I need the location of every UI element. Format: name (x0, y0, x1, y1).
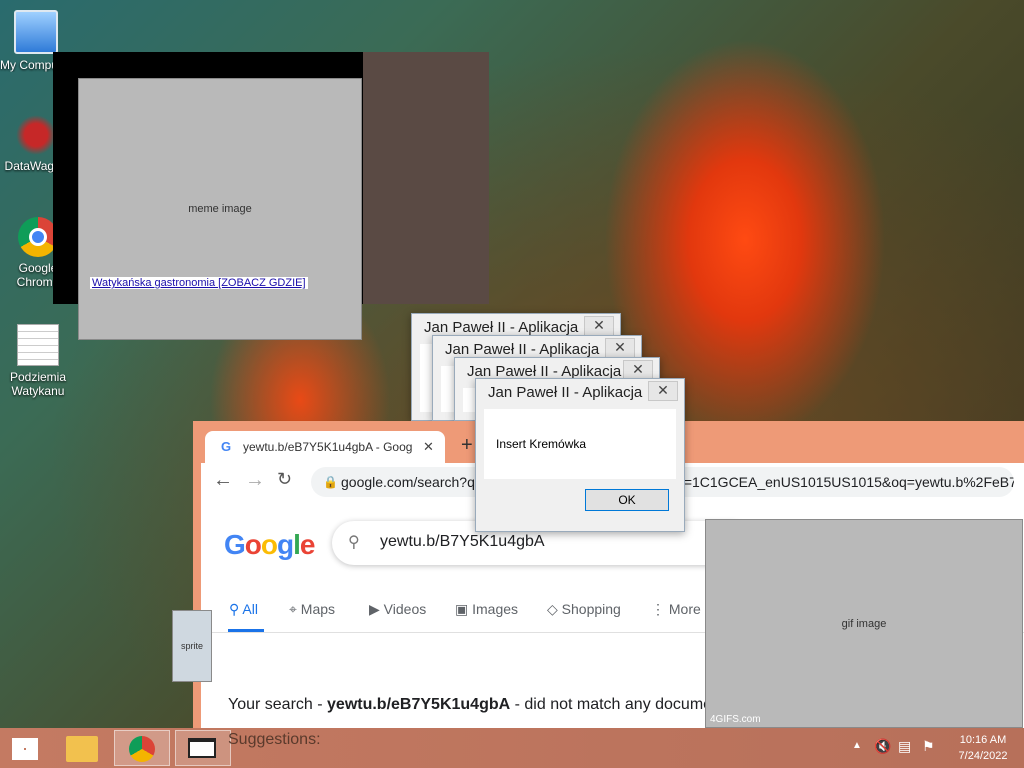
close-icon[interactable]: ✕ (605, 338, 635, 358)
meme-caption-link[interactable]: Watykańska gastronomia [ZOBACZ GDZIE] (90, 277, 308, 289)
taskbar-window[interactable] (175, 730, 231, 766)
action-center-icon[interactable]: ⚑ (922, 738, 935, 755)
no-results-text: Your search - yewtu.b/eB7Y5K1u4gbA - did… (228, 696, 738, 713)
folder-icon (66, 736, 98, 762)
tab-videos[interactable]: ▶ Videos (369, 601, 426, 618)
document-icon (17, 324, 59, 366)
tab-title: yewtu.b/eB7Y5K1u4gbA - Google (243, 440, 413, 454)
start-button[interactable] (0, 730, 56, 766)
window-icon (188, 738, 216, 758)
desktop-icon-label: Podziemia Watykanu (9, 370, 67, 398)
search-icon: ⚲ (229, 601, 240, 617)
computer-icon (14, 10, 58, 54)
close-icon[interactable]: ✕ (648, 381, 678, 401)
google-logo[interactable]: Google (224, 529, 315, 561)
google-favicon-icon: G (221, 439, 232, 454)
meme-image[interactable]: meme image (78, 78, 362, 340)
image-icon: ▣ (455, 601, 469, 617)
dialog-body: Insert Kremówka (484, 409, 676, 479)
network-icon[interactable]: ▤ (898, 738, 911, 755)
more-vert-icon: ⋮ (651, 601, 665, 617)
dialog-message: Insert Kremówka (496, 437, 587, 451)
close-icon[interactable]: ✕ (623, 360, 653, 380)
tab-images[interactable]: ▣ Images (455, 601, 518, 618)
desktop: My Computer DataWagon Google Chrome Podz… (0, 0, 1024, 768)
clock-time: 10:16 AM (959, 734, 1007, 746)
datawagon-icon (16, 115, 56, 155)
taskbar-file-explorer[interactable] (57, 730, 113, 766)
volume-muted-icon[interactable]: 🔇 (874, 738, 891, 755)
tab-shopping[interactable]: ◇ Shopping (547, 601, 621, 618)
ok-button[interactable]: OK (585, 489, 669, 511)
tab-all[interactable]: ⚲ All (229, 601, 258, 618)
browser-tab[interactable]: G yewtu.b/eB7Y5K1u4gbA - Google ✕ (205, 431, 445, 463)
taskbar-chrome[interactable] (114, 730, 170, 766)
anime-sprite[interactable]: sprite (172, 610, 212, 682)
search-icon: ⚲ (348, 534, 360, 551)
reload-icon[interactable]: ↻ (277, 469, 292, 490)
chrome-icon (129, 736, 155, 762)
gif-overlay[interactable]: gif image 4GIFS.com (705, 519, 1023, 728)
meme-video-background (363, 52, 489, 304)
chevron-up-icon[interactable]: ▲ (852, 740, 862, 751)
lock-icon: 🔒 (323, 475, 338, 489)
taskbar: ▲ 🔇 ▤ ⚑ 10:16 AM 7/24/2022 (0, 728, 1024, 768)
chrome-icon (18, 217, 58, 257)
tab-more[interactable]: ⋮ More (651, 601, 701, 618)
gif-watermark: 4GIFS.com (710, 714, 761, 725)
clock[interactable]: 10:16 AM 7/24/2022 (948, 732, 1018, 764)
video-icon: ▶ (369, 601, 380, 617)
clock-date: 7/24/2022 (958, 750, 1008, 762)
back-icon[interactable]: ← (213, 469, 233, 492)
windows-logo-icon (12, 738, 38, 760)
new-tab-icon[interactable]: + (461, 434, 473, 457)
suggestions-label: Suggestions: (228, 731, 321, 748)
map-pin-icon: ⌖ (289, 601, 297, 617)
desktop-icon-podziemia-watykanu[interactable]: Podziemia Watykanu (2, 324, 74, 398)
forward-icon[interactable]: → (245, 469, 265, 492)
search-query: yewtu.b/B7Y5K1u4gbA (380, 533, 545, 550)
tag-icon: ◇ (547, 601, 558, 617)
tab-maps[interactable]: ⌖ Maps (289, 601, 335, 618)
close-icon[interactable]: ✕ (584, 316, 614, 336)
dialog-jan-pawel-main[interactable]: Jan Paweł II - Aplikacja ✕ Insert Kremów… (475, 378, 685, 532)
sprite-caption: sprite (180, 641, 203, 651)
tab-close-icon[interactable]: ✕ (423, 431, 434, 463)
